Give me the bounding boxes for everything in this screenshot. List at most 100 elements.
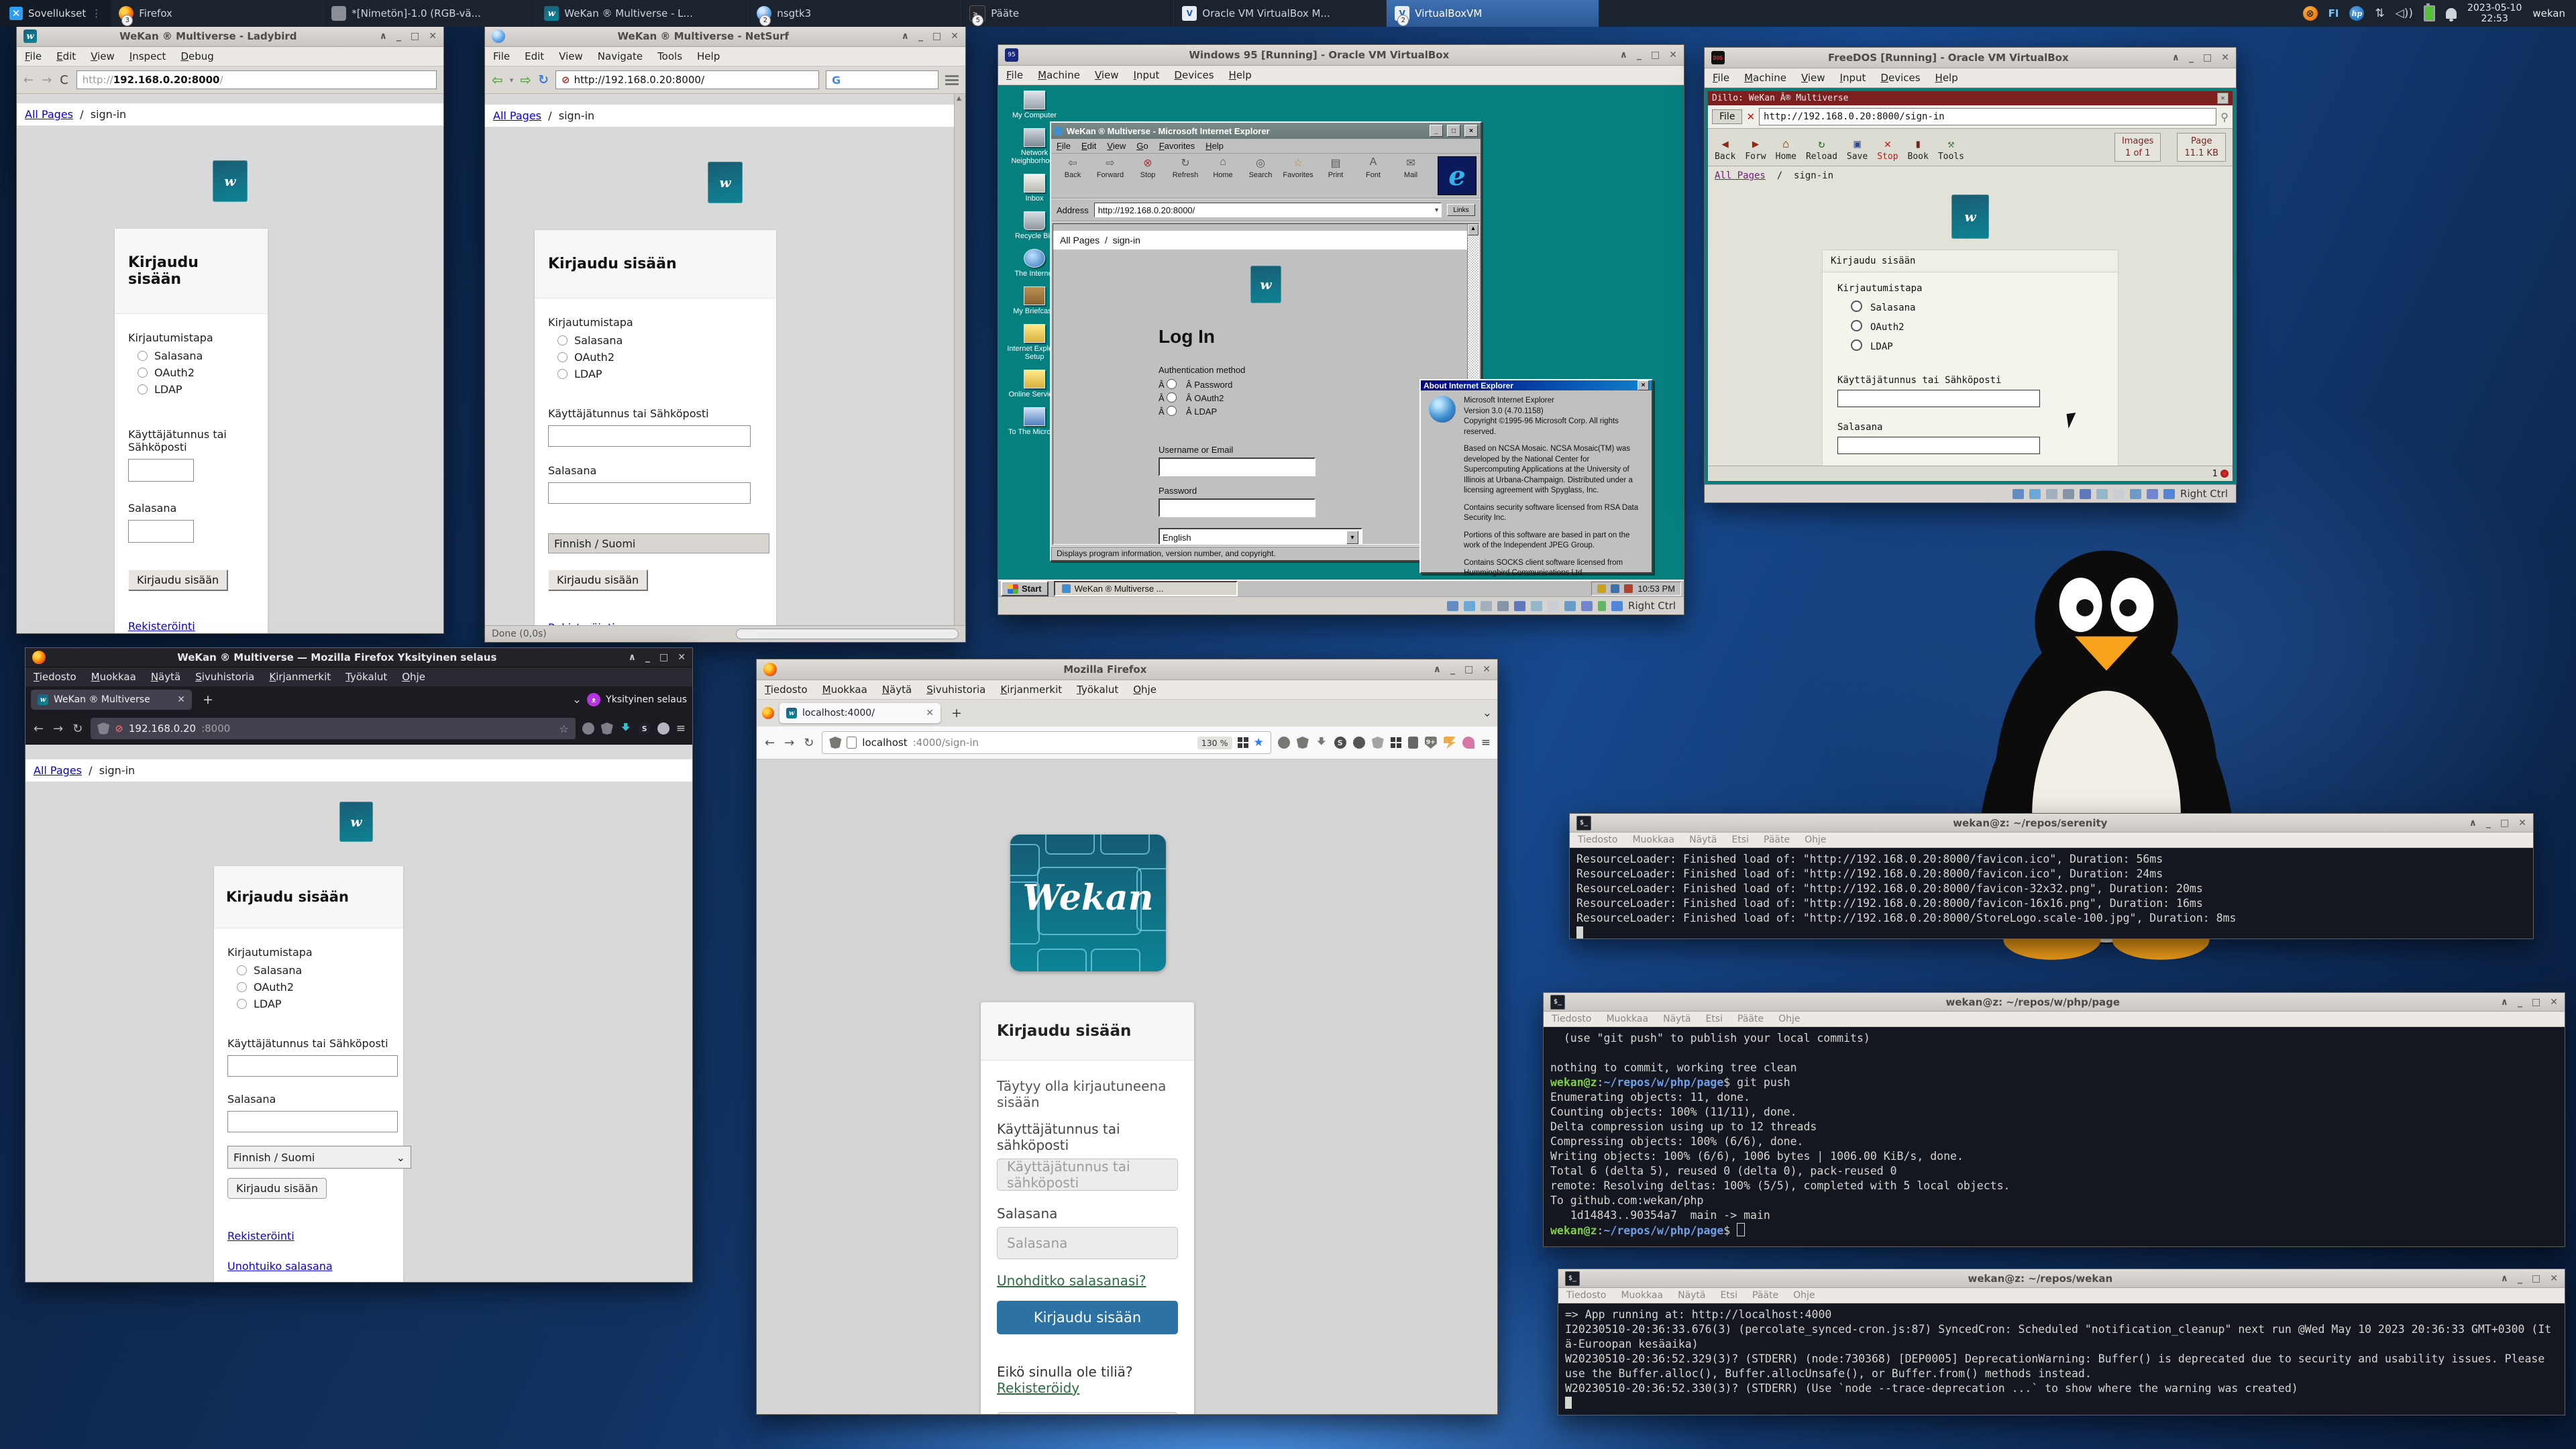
dillo-titlebar[interactable]: Dillo: WeKan Â® Multiverse ✕ [1708, 91, 2233, 105]
menu-item-sivuhistoria[interactable]: Sivuhistoria [195, 671, 254, 683]
menu-item-pääte[interactable]: Pääte [1764, 835, 1790, 845]
signin-button[interactable]: Kirjaudu sisään [227, 1178, 327, 1199]
radio-label[interactable]: Salasana [154, 350, 203, 362]
forward-icon[interactable]: → [52, 722, 64, 736]
shade-button[interactable]: ∧ [380, 31, 387, 42]
dillo-reload-button[interactable]: ↻Reload [1806, 138, 1837, 162]
url-input[interactable]: http://192.168.0.20:8000/sign-in [1759, 108, 2216, 125]
radio-label[interactable]: Salasana [254, 964, 302, 977]
radio-password[interactable] [138, 351, 148, 361]
username-input[interactable] [1837, 390, 2040, 407]
audio-status-icon[interactable] [2063, 489, 2074, 499]
all-pages-link[interactable]: All Pages [1715, 170, 1766, 181]
shade-button[interactable]: ∧ [2469, 818, 2477, 828]
menu-item-file[interactable]: File [25, 50, 42, 62]
hard-disk-status-icon[interactable] [2012, 489, 2024, 499]
vertical-scrollbar[interactable] [954, 94, 965, 625]
network-status-icon[interactable] [2080, 489, 2091, 499]
menu-item-pääte[interactable]: Pääte [1737, 1014, 1764, 1024]
shade-button[interactable]: ∧ [2501, 997, 2508, 1008]
radio-ldap[interactable] [1167, 406, 1177, 416]
menu-item-devices[interactable]: Devices [1174, 69, 1214, 81]
menu-item-ohje[interactable]: Ohje [1793, 1290, 1815, 1301]
radio-label[interactable]: LDAP [254, 998, 282, 1010]
terminal-output[interactable]: ResourceLoader: Finished load of: "http:… [1570, 848, 2533, 938]
radio-oauth2[interactable] [557, 352, 568, 362]
forgot-password-link[interactable]: Unohtuiko salasana [227, 1260, 333, 1273]
close-button[interactable]: ✕ [951, 31, 959, 42]
about-dialog-titlebar[interactable]: About Internet Explorer × [1421, 380, 1652, 390]
password-input[interactable]: Salasana [997, 1227, 1178, 1259]
radio-password[interactable] [557, 335, 568, 345]
reload-icon[interactable]: C [60, 73, 68, 87]
language-select[interactable]: Suomi⌄ [997, 1412, 1178, 1414]
menu-item-muokkaa[interactable]: Muokkaa [822, 684, 867, 696]
radio-label[interactable]: LDAP [1194, 407, 1217, 417]
mouse-integration-icon[interactable] [2163, 489, 2175, 499]
netsurf-titlebar[interactable]: WeKan ® Multiverse - NetSurf ∧_□✕ [485, 26, 965, 47]
dillo-stop-button[interactable]: ✕Stop [1877, 138, 1898, 162]
search-icon[interactable]: ⚲ [2220, 111, 2229, 123]
taskbar-item[interactable]: Firefox3 [111, 0, 323, 27]
close-button[interactable]: × [1638, 380, 1649, 390]
shared-folders-status-icon[interactable] [1548, 601, 1559, 611]
menu-item-view[interactable]: View [559, 50, 583, 62]
password-input[interactable] [1837, 437, 2040, 454]
menu-item-tiedosto[interactable]: Tiedosto [34, 671, 76, 683]
links-button[interactable]: Links [1447, 204, 1475, 216]
vbox95-titlebar[interactable]: 95 Windows 95 [Running] - Oracle VM Virt… [998, 45, 1684, 66]
menu-item-edit[interactable]: Edit [525, 50, 544, 62]
ie-font-button[interactable]: AFont [1356, 156, 1391, 179]
menu-item-muokkaa[interactable]: Muokkaa [1621, 1290, 1663, 1301]
tracking-shield-icon[interactable] [97, 722, 109, 735]
vboxdos-titlebar[interactable]: DOS FreeDOS [Running] - Oracle VM Virtua… [1705, 48, 2236, 68]
sponsorblock-icon[interactable]: S [639, 722, 651, 735]
minimize-button[interactable]: _ [645, 652, 650, 663]
hp-display-icon[interactable]: hp [2349, 6, 2364, 21]
all-pages-link[interactable]: All Pages [1060, 235, 1099, 246]
close-button[interactable]: ✕ [678, 652, 686, 663]
shade-button[interactable]: ∧ [2501, 1273, 2508, 1284]
downloads-icon[interactable] [620, 722, 632, 735]
web-search-box[interactable]: G [826, 70, 938, 89]
taskbar-item[interactable]: nsgtk32 [749, 0, 961, 27]
close-button[interactable]: ✕ [2518, 818, 2526, 828]
menu-item-muokkaa[interactable]: Muokkaa [1606, 1014, 1648, 1024]
forward-icon[interactable]: ⇨ [520, 72, 531, 88]
menu-item-muokkaa[interactable]: Muokkaa [1632, 835, 1674, 845]
active-tab[interactable]: w localhost:4000/ ✕ [780, 703, 941, 723]
close-button[interactable]: ✕ [1669, 50, 1677, 60]
menu-icon[interactable]: ≡ [676, 722, 686, 735]
optical-drive-status-icon[interactable] [2029, 489, 2041, 499]
ie-stop-button[interactable]: ⊗Stop [1130, 156, 1165, 179]
shade-button[interactable]: ∧ [629, 652, 636, 663]
username-input[interactable]: Käyttäjätunnus tai sähköposti [997, 1159, 1178, 1191]
ie-forward-button[interactable]: ⇨Forward [1093, 156, 1128, 179]
menu-item-edit[interactable]: Edit [1081, 141, 1096, 151]
display-status-icon[interactable] [1564, 601, 1576, 611]
menu-item-ohje[interactable]: Ohje [1778, 1014, 1800, 1024]
terminal-titlebar[interactable]: $_ wekan@z: ~/repos/serenity ∧_□✕ [1570, 814, 2533, 833]
minimize-button[interactable]: _ [396, 31, 401, 42]
radio-label[interactable]: Salasana [1870, 303, 1915, 313]
protection-shield-icon[interactable] [601, 722, 613, 735]
page-info-icon[interactable] [847, 737, 857, 749]
extensions-icon[interactable] [1391, 737, 1401, 748]
shade-button[interactable]: ∧ [2172, 52, 2180, 63]
menu-item-sivuhistoria[interactable]: Sivuhistoria [926, 684, 985, 696]
radio-label[interactable]: OAuth2 [254, 981, 294, 994]
radio-oauth2[interactable] [1851, 320, 1862, 331]
maximize-button[interactable]: □ [1464, 664, 1473, 675]
forgot-password-link[interactable]: Unohditko salasanasi? [997, 1273, 1146, 1289]
reload-icon[interactable]: ↻ [71, 722, 84, 736]
taskbar-task-button[interactable]: WeKan ® Multiverse ... [1054, 581, 1238, 596]
ie-close-button[interactable]: × [1464, 125, 1478, 137]
desktop-icon[interactable]: My Computer [1002, 91, 1067, 119]
ie-titlebar[interactable]: WeKan ® Multiverse - Microsoft Internet … [1051, 123, 1481, 139]
maximize-button[interactable]: □ [659, 652, 668, 663]
back-icon[interactable]: ← [23, 73, 34, 87]
address-input[interactable]: http://192.168.0.20:8000/ [1094, 203, 1442, 217]
calculator-icon[interactable] [1408, 737, 1418, 749]
username-input[interactable] [1159, 458, 1316, 476]
menu-item-file[interactable]: File [1713, 72, 1729, 84]
